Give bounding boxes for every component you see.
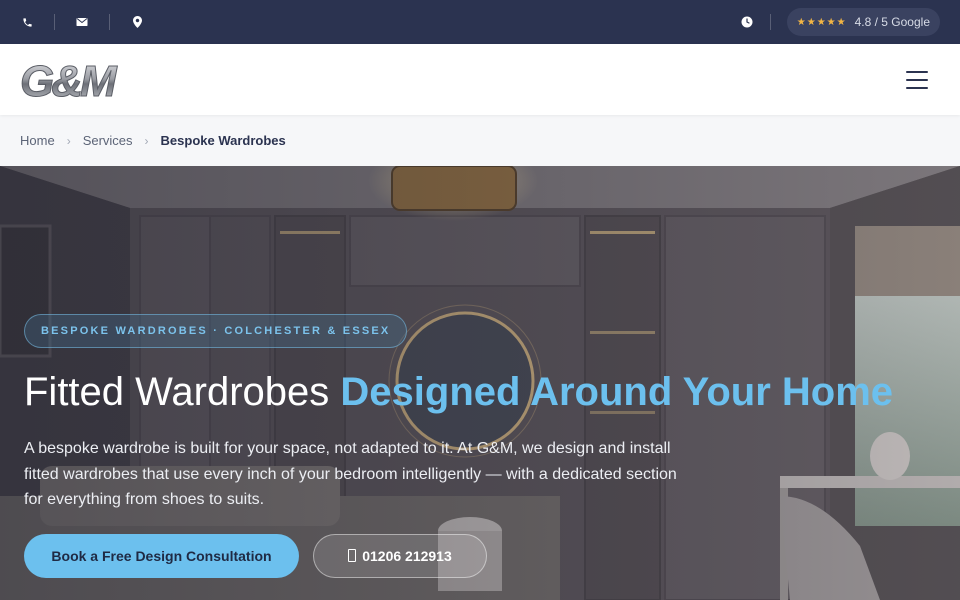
phone-icon[interactable] bbox=[20, 15, 34, 29]
divider bbox=[109, 14, 110, 30]
breadcrumb-current: Bespoke Wardrobes bbox=[160, 133, 286, 148]
location-pin-icon[interactable] bbox=[130, 15, 144, 29]
hero-content: BESPOKE WARDROBES · COLCHESTER & ESSEX F… bbox=[24, 314, 924, 578]
hamburger-menu-icon[interactable] bbox=[906, 70, 930, 89]
hero-lead-text: A bespoke wardrobe is built for your spa… bbox=[24, 440, 677, 508]
hero-title: Fitted Wardrobes Designed Around Your Ho… bbox=[24, 368, 924, 416]
hero-section: BESPOKE WARDROBES · COLCHESTER & ESSEX F… bbox=[0, 166, 960, 600]
call-phone-button[interactable]: 01206 212913 bbox=[313, 533, 487, 578]
hero-title-plain: Fitted Wardrobes bbox=[24, 370, 341, 414]
site-header: G&M bbox=[0, 44, 960, 115]
book-consultation-label: Book a Free Design Consultation bbox=[51, 547, 272, 564]
rating-stars-icon: ★★★★★ bbox=[796, 16, 847, 28]
breadcrumb-separator: › bbox=[144, 133, 149, 148]
breadcrumb-services[interactable]: Services bbox=[83, 133, 133, 148]
contact-icons bbox=[20, 14, 144, 30]
google-rating-badge[interactable]: ★★★★★ 4.8 / 5 Google bbox=[786, 8, 940, 36]
rating-text: 4.8 / 5 Google bbox=[854, 15, 930, 29]
clock-icon[interactable] bbox=[740, 15, 754, 29]
mail-icon[interactable] bbox=[75, 15, 89, 29]
hero-eyebrow-badge: BESPOKE WARDROBES · COLCHESTER & ESSEX bbox=[24, 314, 408, 348]
book-consultation-button[interactable]: Book a Free Design Consultation bbox=[24, 533, 299, 578]
breadcrumb: Home › Services › Bespoke Wardrobes bbox=[0, 115, 960, 166]
mobile-phone-icon bbox=[348, 549, 357, 562]
logo-wordmark: G&M bbox=[20, 57, 118, 103]
topbar-right: ★★★★★ 4.8 / 5 Google bbox=[740, 8, 940, 36]
breadcrumb-separator: › bbox=[66, 133, 71, 148]
breadcrumb-home[interactable]: Home bbox=[20, 133, 55, 148]
company-logo[interactable]: G&M bbox=[20, 56, 138, 106]
phone-number-label: 01206 212913 bbox=[362, 547, 452, 564]
hero-cta-row: Book a Free Design Consultation 01206 21… bbox=[24, 533, 924, 578]
divider bbox=[54, 14, 55, 30]
hero-title-accent: Designed Around Your Home bbox=[340, 370, 894, 414]
top-bar: ★★★★★ 4.8 / 5 Google bbox=[0, 0, 960, 44]
divider bbox=[769, 14, 771, 30]
